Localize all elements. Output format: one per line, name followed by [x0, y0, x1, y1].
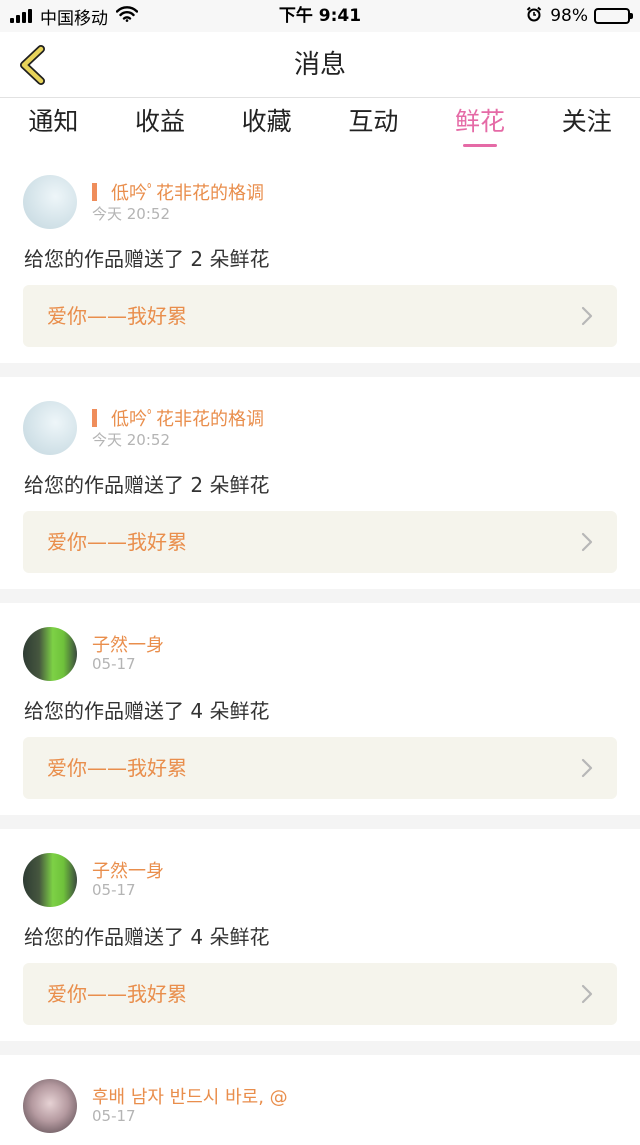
name-prefix-mark: [92, 183, 97, 201]
gift-message: 给您的作品赠送了 2 朵鲜花: [24, 473, 270, 497]
username[interactable]: 子然一身: [92, 857, 164, 883]
chevron-right-icon: [581, 306, 593, 326]
list-item: 子然一身 05-17 给您的作品赠送了 4 朵鲜花 爱你——我好累: [0, 829, 640, 1041]
name-prefix-mark: [92, 409, 97, 427]
tab-following[interactable]: 关注: [533, 99, 640, 151]
flower-feed: 低吟ﾟ花非花的格调 今天 20:52 给您的作品赠送了 2 朵鲜花 爱你——我好…: [0, 151, 640, 1145]
work-link[interactable]: 爱你——我好累: [23, 737, 617, 799]
timestamp: 今天 20:52: [92, 205, 170, 223]
avatar[interactable]: [23, 853, 77, 907]
gift-message: 给您的作品赠送了 4 朵鲜花: [24, 699, 270, 723]
tab-interactions[interactable]: 互动: [320, 99, 427, 151]
work-link[interactable]: 爱你——我好累: [23, 963, 617, 1025]
username[interactable]: 低吟ﾟ花非花的格调: [92, 405, 264, 431]
chevron-right-icon: [581, 758, 593, 778]
username[interactable]: 후배 남자 반드시 바로, @: [92, 1083, 288, 1109]
timestamp: 今天 20:52: [92, 431, 170, 449]
work-title: 爱你——我好累: [47, 756, 187, 780]
work-link[interactable]: 爱你——我好累: [23, 511, 617, 573]
chevron-left-icon: [20, 45, 45, 85]
alarm-icon: [526, 6, 542, 27]
tab-flowers[interactable]: 鲜花: [427, 99, 534, 151]
status-bar: 中国移动 下午 9:41 98%: [0, 0, 640, 32]
battery-icon: [594, 8, 633, 24]
gift-message: 给您的作品赠送了 4 朵鲜花: [24, 925, 270, 949]
tab-notifications[interactable]: 通知: [0, 99, 107, 151]
work-title: 爱你——我好累: [47, 530, 187, 554]
avatar[interactable]: [23, 1079, 77, 1133]
list-item: 低吟ﾟ花非花的格调 今天 20:52 给您的作品赠送了 2 朵鲜花 爱你——我好…: [0, 151, 640, 363]
chevron-right-icon: [581, 532, 593, 552]
gift-message: 给您的作品赠送了 2 朵鲜花: [24, 247, 270, 271]
username[interactable]: 子然一身: [92, 631, 164, 657]
work-title: 爱你——我好累: [47, 982, 187, 1006]
page-title: 消息: [293, 50, 346, 80]
category-tabs: 通知 收益 收藏 互动 鲜花 关注: [0, 99, 640, 151]
nav-bar: 消息: [0, 32, 640, 98]
list-item: 低吟ﾟ花非花的格调 今天 20:52 给您的作品赠送了 2 朵鲜花 爱你——我好…: [0, 377, 640, 589]
timestamp: 05-17: [92, 881, 136, 899]
avatar[interactable]: [23, 401, 77, 455]
work-link[interactable]: 爱你——我好累: [23, 285, 617, 347]
avatar[interactable]: [23, 627, 77, 681]
work-title: 爱你——我好累: [47, 304, 187, 328]
username[interactable]: 低吟ﾟ花非花的格调: [92, 179, 264, 205]
list-item: 子然一身 05-17 给您的作品赠送了 4 朵鲜花 爱你——我好累: [0, 603, 640, 815]
tab-earnings[interactable]: 收益: [107, 99, 214, 151]
battery-percent: 98%: [550, 6, 588, 26]
timestamp: 05-17: [92, 1107, 136, 1125]
avatar[interactable]: [23, 175, 77, 229]
status-right: 98%: [526, 4, 633, 28]
back-button[interactable]: [12, 44, 52, 86]
list-item: 후배 남자 반드시 바로, @ 05-17: [0, 1055, 640, 1145]
chevron-right-icon: [581, 984, 593, 1004]
tab-favorites[interactable]: 收藏: [213, 99, 320, 151]
timestamp: 05-17: [92, 655, 136, 673]
